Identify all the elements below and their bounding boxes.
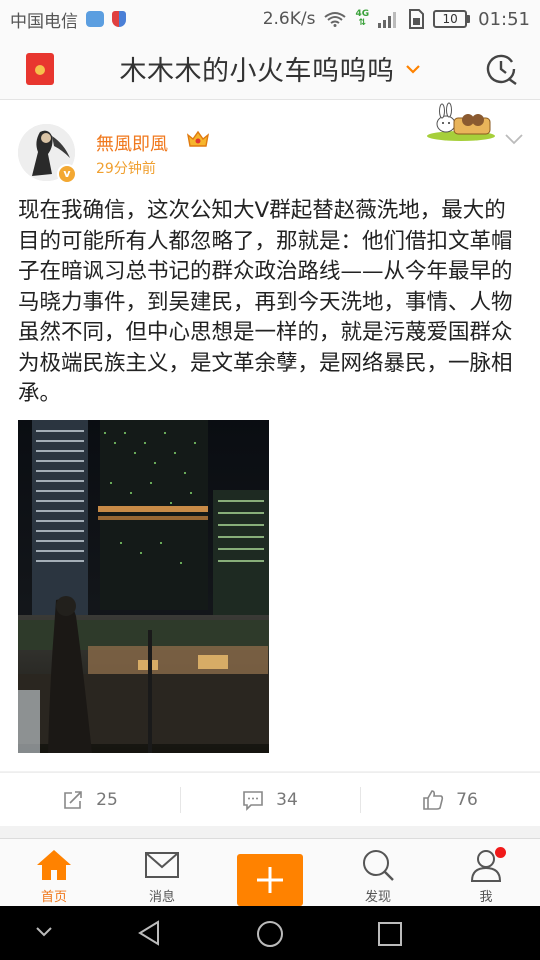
- home-icon: [37, 850, 71, 880]
- comment-icon: [243, 790, 263, 811]
- group-title[interactable]: 木木木的小火车呜呜呜: [120, 49, 395, 88]
- repost-count: 25: [96, 789, 118, 810]
- tab-messages-label: 消息: [148, 890, 175, 905]
- crown-icon: [186, 130, 210, 147]
- battery-level: 10: [433, 10, 468, 28]
- plus-icon: [257, 867, 283, 893]
- carrier-label: 中国电信: [10, 11, 78, 32]
- clock-icon[interactable]: [484, 52, 518, 86]
- bunny-sticker-icon: [427, 102, 495, 141]
- tab-home-label: 首页: [40, 890, 67, 905]
- status-bar: 中国电信 2.6K/s 4G ⇅ 10 01:51: [0, 0, 540, 38]
- tab-me[interactable]: 我: [432, 839, 540, 906]
- thumbs-up-icon: [423, 789, 444, 810]
- tab-discover[interactable]: 发现: [324, 839, 432, 906]
- system-nav-bar: [0, 906, 540, 960]
- tab-compose[interactable]: [216, 839, 324, 906]
- post-time: 29分钟前: [96, 161, 156, 177]
- battery-icon: 10: [433, 10, 471, 28]
- top-header: 木木木的小火车呜呜呜: [0, 38, 540, 100]
- home-button-icon[interactable]: [255, 919, 285, 949]
- mail-icon: [145, 852, 179, 878]
- comment-count: 34: [276, 789, 298, 810]
- post-actions-bar: 25 34 76: [0, 772, 540, 826]
- shield-icon: [112, 11, 126, 27]
- post-text: 现在我确信，这次公知大V群起替赵薇洗地，最大的目的可能所有人都忽略了，那就是：他…: [18, 198, 513, 406]
- post-author[interactable]: 無風即風: [96, 130, 168, 156]
- post-photo[interactable]: [18, 420, 269, 753]
- net-speed: 2.6K/s: [262, 9, 316, 29]
- screen: 中国电信 2.6K/s 4G ⇅ 10 01:51 木木木的小火车呜呜呜 v 無…: [0, 0, 540, 960]
- repost-button[interactable]: 25: [0, 773, 180, 826]
- compose-button[interactable]: [237, 854, 303, 906]
- sim-icon: [409, 9, 425, 29]
- notification-dot: [495, 847, 506, 858]
- clock-time: 01:51: [478, 8, 530, 30]
- verified-badge: v: [57, 164, 77, 184]
- post-menu-chevron-icon[interactable]: [504, 132, 524, 146]
- chevron-down-icon[interactable]: [405, 61, 421, 77]
- network-indicator: 4G ⇅: [355, 9, 370, 28]
- tab-me-label: 我: [479, 890, 493, 905]
- chevron-down-icon[interactable]: [34, 925, 54, 939]
- like-button[interactable]: 76: [360, 773, 540, 826]
- search-icon: [363, 850, 394, 881]
- message-notification-icon: [86, 11, 104, 27]
- comment-button[interactable]: 34: [180, 773, 360, 826]
- bottom-tab-bar: 首页 消息 发现 我: [0, 838, 540, 906]
- tab-home[interactable]: 首页: [0, 839, 108, 906]
- post-card[interactable]: v 無風即風 29分钟前 现在我确信，这次公知大V群起替赵薇洗地，最大的目的可能…: [0, 100, 540, 771]
- repost-icon: [64, 790, 82, 809]
- recents-icon[interactable]: [376, 920, 404, 948]
- red-packet-icon[interactable]: [26, 53, 54, 85]
- tab-messages[interactable]: 消息: [108, 839, 216, 906]
- signal-icon: [378, 12, 397, 28]
- back-icon[interactable]: [136, 919, 164, 947]
- wifi-icon: [324, 12, 347, 27]
- like-count: 76: [456, 789, 478, 810]
- tab-discover-label: 发现: [364, 890, 391, 905]
